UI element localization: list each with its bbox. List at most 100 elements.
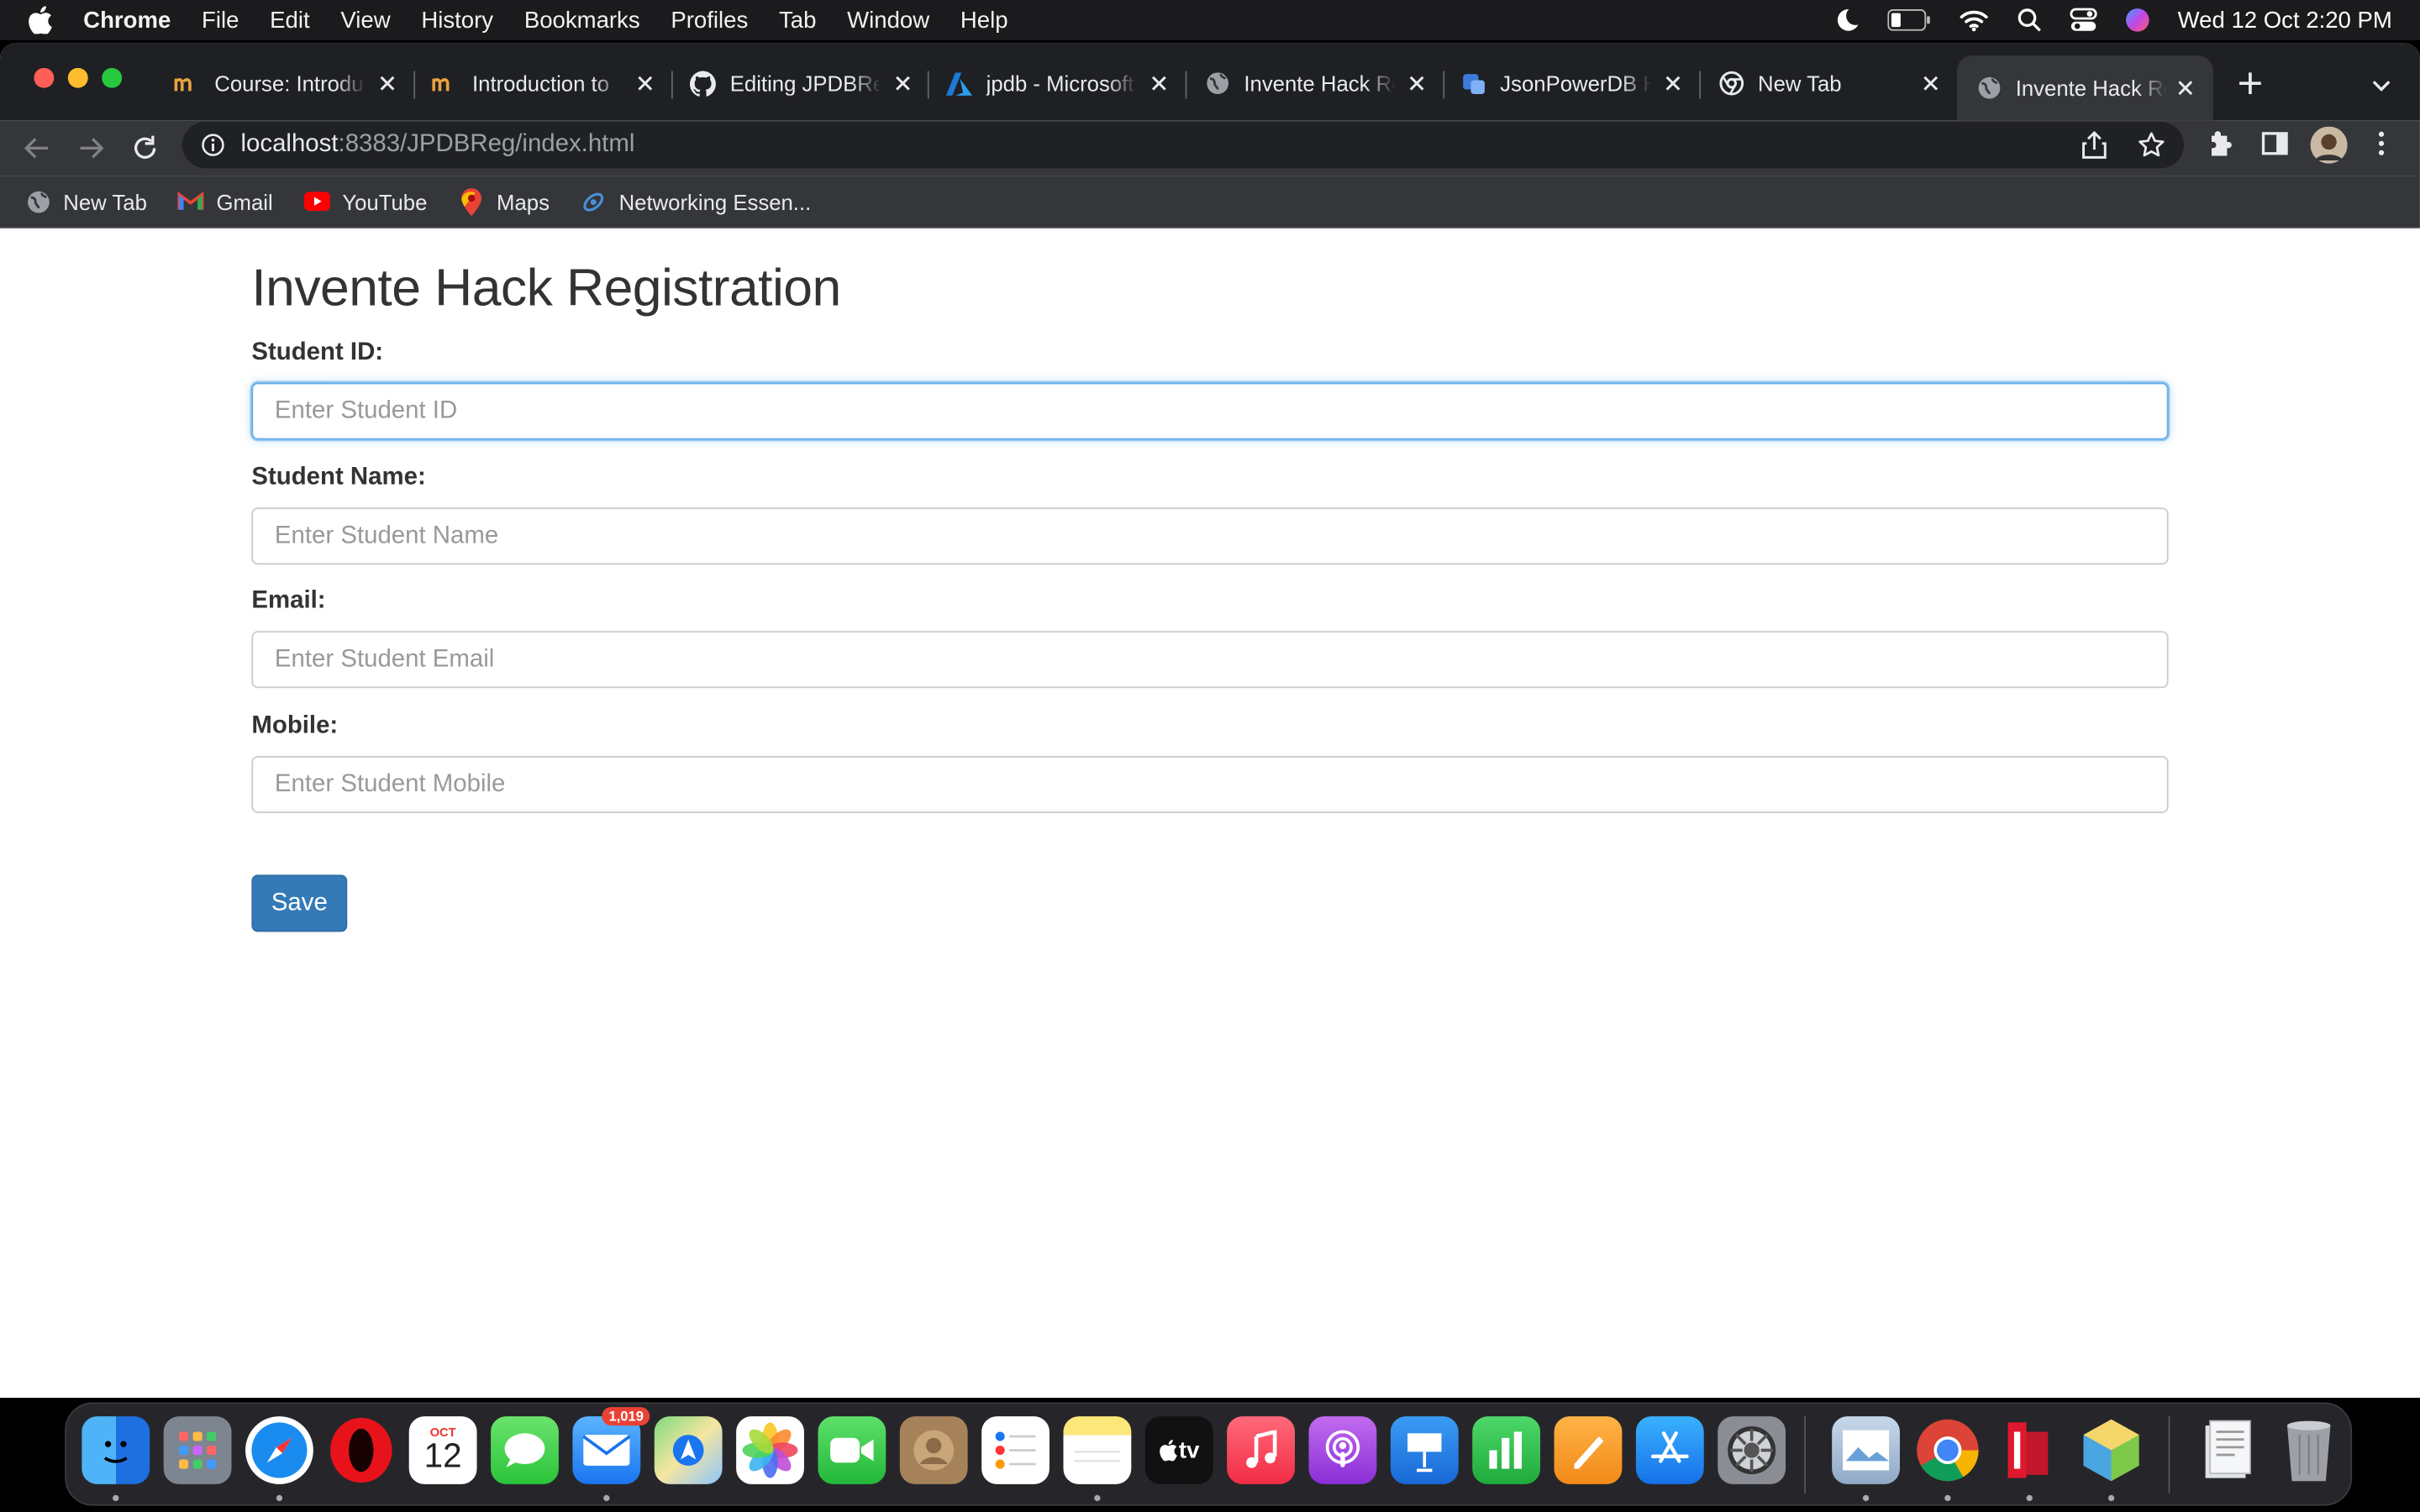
- profile-avatar[interactable]: [2310, 126, 2348, 164]
- forward-arrow-icon[interactable]: [76, 133, 107, 164]
- save-button[interactable]: Save: [251, 874, 348, 932]
- nptel-icon: [432, 71, 458, 97]
- macos-dock: OCT 12 1,019 tv: [65, 1402, 2353, 1506]
- site-info-icon[interactable]: [201, 133, 225, 157]
- photos-icon[interactable]: [736, 1416, 804, 1484]
- chrome-window: Course: Introdu Introduction to Editing …: [0, 43, 2420, 1399]
- launchpad-icon[interactable]: [163, 1416, 232, 1484]
- control-center-icon[interactable]: [2070, 8, 2097, 32]
- reload-icon[interactable]: [129, 133, 160, 164]
- close-tab-icon[interactable]: [375, 71, 399, 95]
- menu-window[interactable]: Window: [847, 7, 929, 33]
- app-store-icon[interactable]: [1635, 1416, 1704, 1484]
- bookmark-youtube[interactable]: YouTube: [303, 188, 427, 214]
- finder-icon[interactable]: [82, 1416, 150, 1484]
- close-tab-icon[interactable]: [1660, 71, 1685, 95]
- menu-tab[interactable]: Tab: [779, 7, 816, 33]
- url-path: :8383/JPDBReg/index.html: [338, 131, 635, 158]
- tab-course-introduction[interactable]: Course: Introdu: [174, 55, 400, 111]
- safari-icon[interactable]: [245, 1416, 313, 1484]
- reminders-icon[interactable]: [981, 1416, 1050, 1484]
- apple-icon[interactable]: [28, 6, 61, 34]
- documents-stack-icon[interactable]: [2193, 1416, 2261, 1484]
- student-name-input[interactable]: Enter Student Name: [251, 507, 2169, 565]
- close-tab-icon[interactable]: [1147, 71, 1171, 95]
- side-panel-icon[interactable]: [2261, 129, 2289, 157]
- parallels-icon[interactable]: [1996, 1416, 2064, 1484]
- bookmark-maps[interactable]: Maps: [458, 187, 550, 216]
- opera-icon[interactable]: [327, 1416, 395, 1484]
- battery-icon[interactable]: [1887, 9, 1930, 31]
- preview-icon[interactable]: [1832, 1416, 1900, 1484]
- running-indicator: [2107, 1494, 2115, 1502]
- bookmark-label: Networking Essen...: [618, 188, 812, 214]
- numbers-icon[interactable]: [1472, 1416, 1541, 1484]
- calendar-icon[interactable]: OCT 12: [408, 1416, 477, 1484]
- menu-file[interactable]: File: [202, 7, 239, 33]
- student-id-input[interactable]: Enter Student ID: [251, 382, 2169, 440]
- calendar-day: 12: [424, 1436, 462, 1474]
- keynote-icon[interactable]: [1390, 1416, 1459, 1484]
- email-input[interactable]: Enter Student Email: [251, 631, 2169, 689]
- tab-new-tab[interactable]: New Tab: [1718, 55, 1943, 111]
- zoom-window-button[interactable]: [102, 67, 123, 88]
- facetime-icon[interactable]: [818, 1416, 886, 1484]
- wifi-icon[interactable]: [1959, 8, 1990, 32]
- page-title: Invente Hack Registration: [251, 259, 841, 318]
- pages-icon[interactable]: [1554, 1416, 1623, 1484]
- bookmark-label: YouTube: [342, 188, 428, 214]
- focus-moon-icon[interactable]: [1835, 8, 1860, 32]
- tab-search-chevron-icon[interactable]: [2370, 74, 2392, 102]
- share-icon[interactable]: [2082, 130, 2107, 166]
- bookmark-gmail[interactable]: Gmail: [177, 188, 273, 214]
- netbeans-icon[interactable]: [2077, 1416, 2145, 1484]
- bookmark-star-icon[interactable]: [2138, 131, 2165, 166]
- siri-icon[interactable]: [2125, 8, 2149, 32]
- mobile-input[interactable]: Enter Student Mobile: [251, 755, 2169, 813]
- tab-title: Invente Hack Re: [1244, 71, 1396, 96]
- bookmark-networking-essentials[interactable]: Networking Essen...: [581, 188, 812, 214]
- close-tab-icon[interactable]: [891, 71, 915, 95]
- menu-history[interactable]: History: [421, 7, 493, 33]
- apple-tv-icon[interactable]: tv: [1144, 1416, 1213, 1484]
- bookmark-new-tab[interactable]: New Tab: [24, 188, 147, 214]
- mail-icon[interactable]: 1,019: [572, 1407, 650, 1484]
- email-group: Email: Enter Student Email: [251, 588, 2169, 689]
- menu-view[interactable]: View: [340, 7, 390, 33]
- address-bar[interactable]: localhost:8383/JPDBReg/index.html: [182, 122, 2184, 169]
- maps-app-icon[interactable]: [654, 1416, 723, 1484]
- system-preferences-icon[interactable]: [1718, 1416, 1786, 1484]
- menu-bookmarks[interactable]: Bookmarks: [524, 7, 640, 33]
- messages-icon[interactable]: [491, 1416, 559, 1484]
- music-icon[interactable]: [1227, 1416, 1295, 1484]
- new-tab-plus-icon[interactable]: [2236, 70, 2264, 105]
- menu-app-name[interactable]: Chrome: [83, 7, 171, 33]
- menu-profiles[interactable]: Profiles: [671, 7, 748, 33]
- globe-icon: [1204, 71, 1230, 97]
- close-tab-icon[interactable]: [2173, 76, 2197, 100]
- minimize-window-button[interactable]: [67, 67, 88, 88]
- menu-clock[interactable]: Wed 12 Oct 2:20 PM: [2178, 7, 2392, 33]
- menu-help[interactable]: Help: [960, 7, 1008, 33]
- close-tab-icon[interactable]: [633, 71, 657, 95]
- tab-editing-jpdbreg[interactable]: Editing JPDBRe: [690, 55, 915, 111]
- tab-invente-hack-1[interactable]: Invente Hack Re: [1204, 55, 1429, 111]
- menu-edit[interactable]: Edit: [270, 7, 309, 33]
- back-arrow-icon[interactable]: [22, 133, 53, 164]
- trash-icon[interactable]: [2275, 1416, 2343, 1484]
- chrome-menu-kebab-icon[interactable]: [2377, 129, 2386, 157]
- close-tab-icon[interactable]: [1918, 71, 1943, 95]
- podcasts-icon[interactable]: [1308, 1416, 1377, 1484]
- tab-jpdb-microsoft[interactable]: jpdb - Microsoft: [945, 55, 1171, 111]
- google-chrome-icon[interactable]: [1914, 1416, 1982, 1484]
- notes-icon[interactable]: [1063, 1416, 1132, 1484]
- extensions-puzzle-icon[interactable]: [2207, 129, 2234, 157]
- tab-introduction[interactable]: Introduction to: [432, 55, 657, 111]
- close-window-button[interactable]: [34, 67, 55, 88]
- tab-invente-hack-active[interactable]: Invente Hack Re: [1956, 55, 2213, 121]
- contacts-icon[interactable]: [899, 1416, 968, 1484]
- running-indicator: [276, 1494, 283, 1502]
- spotlight-search-icon[interactable]: [2018, 8, 2042, 32]
- tab-jsonpowerdb[interactable]: JsonPowerDB H: [1460, 55, 1686, 111]
- close-tab-icon[interactable]: [1404, 71, 1428, 95]
